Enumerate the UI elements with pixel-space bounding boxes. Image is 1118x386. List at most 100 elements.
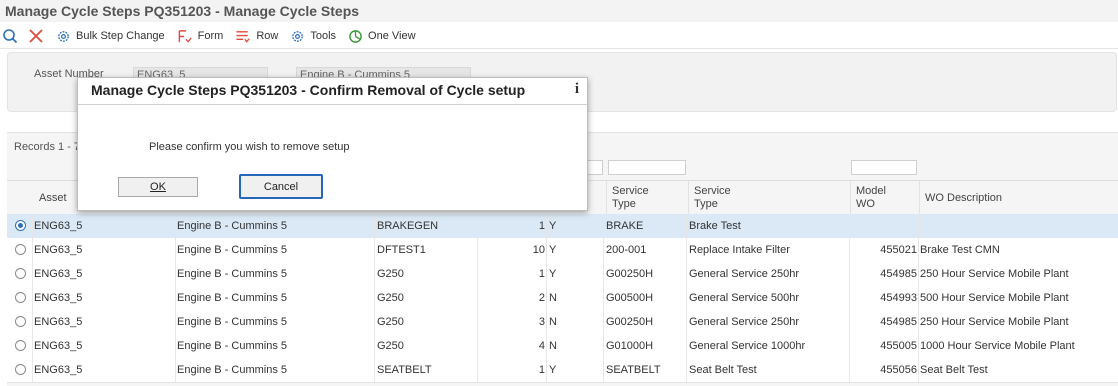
cell-model: 454985	[880, 268, 917, 280]
table-row[interactable]: ENG63_5 Engine B - Cummins 5 G250 3 N G00250H…	[7, 310, 1118, 335]
row-select-radio[interactable]	[15, 316, 26, 327]
table-row[interactable]: ENG63_5 Engine B - Cummins 5 G250 1 Y G00250H…	[7, 262, 1118, 287]
column-divider	[686, 310, 687, 334]
cell-group: DFTEST1	[377, 244, 426, 256]
cell-flag: Y	[549, 364, 557, 376]
column-divider	[32, 262, 33, 286]
cell-stype: G00250H	[606, 268, 654, 280]
table-row[interactable]: ENG63_5 Engine B - Cummins 5 G250 2 N G00500H…	[7, 286, 1118, 311]
cell-flag: Y	[549, 268, 557, 280]
row-select-radio[interactable]	[15, 268, 26, 279]
one-view-button[interactable]: One View	[348, 29, 416, 44]
column-divider	[686, 334, 687, 358]
cell-seq: 10	[532, 244, 545, 256]
column-header-service-type-label: Service Type	[612, 185, 649, 210]
bulk-step-change-label: Bulk Step Change	[76, 30, 165, 42]
column-divider	[603, 262, 604, 286]
column-divider	[603, 238, 604, 262]
cell-desc: Engine B - Cummins 5	[177, 340, 288, 352]
cell-desc: Engine B - Cummins 5	[177, 364, 288, 376]
column-divider	[374, 214, 375, 238]
column-divider	[477, 214, 478, 238]
column-divider	[918, 334, 919, 358]
cell-asset: ENG63_5	[34, 340, 83, 352]
tools-menu-label: Tools	[310, 30, 337, 42]
column-divider	[546, 286, 547, 310]
column-header-model-wo[interactable]: Model WO	[850, 181, 919, 215]
column-divider	[686, 286, 687, 310]
row-select-radio[interactable]	[15, 244, 26, 255]
column-divider	[477, 358, 478, 382]
cell-group: G250	[377, 268, 404, 280]
search-icon[interactable]	[2, 28, 18, 44]
column-divider	[175, 238, 176, 262]
cell-group: G250	[377, 340, 404, 352]
cell-asset: ENG63_5	[34, 220, 83, 232]
cell-asset: ENG63_5	[34, 292, 83, 304]
column-divider	[477, 262, 478, 286]
column-divider	[477, 310, 478, 334]
cancel-button[interactable]: Cancel	[239, 174, 323, 199]
cell-flag: N	[549, 340, 557, 352]
column-header-service-type[interactable]: Service Type	[606, 181, 688, 215]
cell-model: 454985	[880, 316, 917, 328]
cell-desc: Engine B - Cummins 5	[177, 316, 288, 328]
confirm-removal-dialog: Manage Cycle Steps PQ351203 - Confirm Re…	[77, 77, 588, 211]
qbe-input-model-wo[interactable]	[851, 160, 917, 175]
cell-flag: Y	[549, 220, 557, 232]
cell-flag: N	[549, 292, 557, 304]
column-divider	[918, 358, 919, 382]
row-icon	[236, 30, 250, 43]
column-divider	[546, 238, 547, 262]
row-select-radio[interactable]	[15, 364, 26, 375]
table-row[interactable]: ENG63_5 Engine B - Cummins 5 SEATBELT 1 Y SEA…	[7, 358, 1118, 383]
column-divider	[374, 286, 375, 310]
info-icon[interactable]: i	[575, 81, 579, 98]
pie-chart-icon	[349, 29, 362, 43]
column-header-asset-label: Asset	[39, 191, 67, 204]
column-divider	[546, 358, 547, 382]
column-header-wo-description[interactable]: WO Description	[919, 181, 1118, 215]
column-divider	[546, 262, 547, 286]
cell-seq: 1	[538, 268, 545, 280]
column-divider	[374, 238, 375, 262]
table-row[interactable]: ENG63_5 Engine B - Cummins 5 DFTEST1 10 Y 200…	[7, 238, 1118, 263]
cell-wo: Seat Belt Test	[920, 364, 988, 376]
row-select-radio[interactable]	[15, 292, 26, 303]
cell-sdesc: General Service 1000hr	[689, 340, 806, 352]
toolbar: Bulk Step Change Form Row Tools One View	[0, 24, 1118, 49]
one-view-label: One View	[368, 30, 416, 42]
tools-menu-button[interactable]: Tools	[290, 29, 336, 44]
cell-sdesc: General Service 500hr	[689, 292, 800, 304]
cell-desc: Engine B - Cummins 5	[177, 268, 288, 280]
column-header-wo-description-label: WO Description	[925, 191, 1003, 204]
column-divider	[546, 310, 547, 334]
column-header-model-wo-label: Model WO	[856, 185, 886, 210]
cell-sdesc: General Service 250hr	[689, 316, 800, 328]
cell-wo: 250 Hour Service Mobile Plant	[920, 316, 1069, 328]
form-menu-label: Form	[197, 30, 224, 42]
table-row[interactable]: ENG63_5 Engine B - Cummins 5 BRAKEGEN 1 Y BRA…	[7, 214, 1118, 239]
records-count: Records 1 - 7	[14, 141, 81, 153]
close-icon[interactable]	[28, 28, 44, 44]
cell-wo: 250 Hour Service Mobile Plant	[920, 268, 1069, 280]
bulk-step-change-button[interactable]: Bulk Step Change	[56, 29, 165, 44]
column-divider	[546, 334, 547, 358]
column-divider	[175, 310, 176, 334]
cell-sdesc: General Service 250hr	[689, 268, 800, 280]
row-select-radio[interactable]	[15, 340, 26, 351]
row-menu-button[interactable]: Row	[235, 29, 278, 44]
cell-flag: N	[549, 316, 557, 328]
cell-group: G250	[377, 316, 404, 328]
cell-stype: G01000H	[606, 340, 654, 352]
column-divider	[175, 358, 176, 382]
column-divider	[477, 334, 478, 358]
form-menu-button[interactable]: Form	[177, 29, 224, 44]
row-menu-label: Row	[256, 30, 279, 42]
ok-button[interactable]: OK	[118, 177, 198, 197]
row-select-radio[interactable]	[15, 220, 26, 231]
cell-stype: G00250H	[606, 316, 654, 328]
column-header-service-description[interactable]: Service Type	[688, 181, 850, 215]
table-row[interactable]: ENG63_5 Engine B - Cummins 5 G250 4 N G01000H…	[7, 334, 1118, 359]
qbe-input-service-type[interactable]	[608, 160, 686, 175]
